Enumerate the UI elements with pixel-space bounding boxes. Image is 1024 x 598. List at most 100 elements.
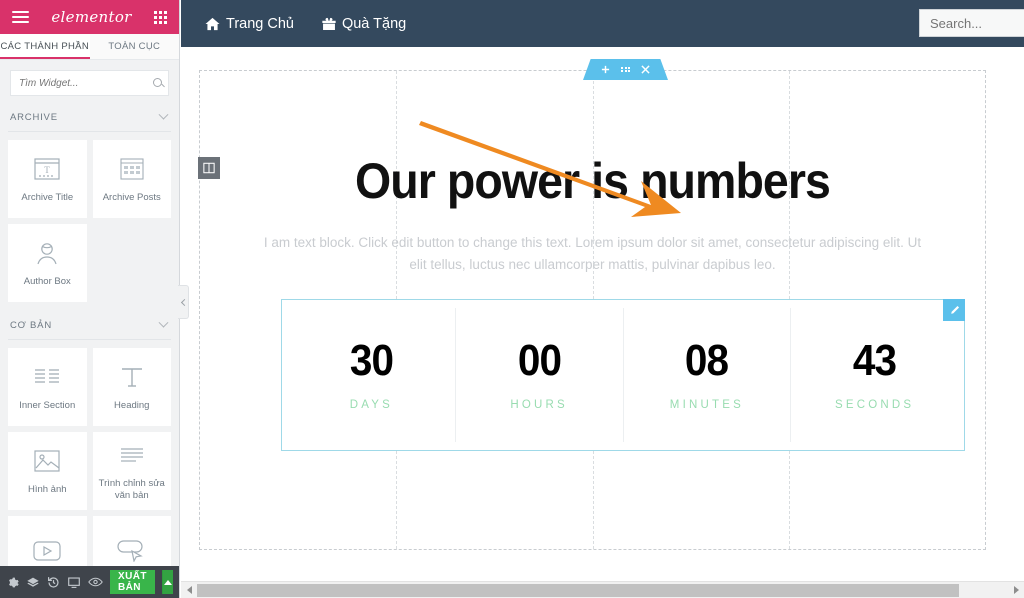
- widget-grid-basic: Inner Section Heading Hình ảnh Trình chỉ…: [8, 348, 171, 566]
- countdown-label: DAYS: [349, 399, 393, 411]
- widget-label: Hình ảnh: [27, 484, 67, 496]
- section-toolbar: [583, 59, 668, 80]
- widget-inner-section[interactable]: Inner Section: [8, 348, 87, 426]
- columns-icon: [203, 162, 215, 174]
- category-header-basic[interactable]: CƠ BẢN: [8, 312, 171, 340]
- pencil-edit-icon: [950, 305, 959, 314]
- countdown-label: SECONDS: [834, 399, 915, 411]
- countdown-label: HOURS: [510, 399, 568, 411]
- gift-icon: [322, 17, 336, 30]
- chevron-left-icon: [180, 298, 188, 306]
- grid-icon[interactable]: [154, 10, 167, 24]
- widget-label: Archive Posts: [102, 192, 161, 204]
- archive-title-icon: T: [34, 154, 60, 184]
- widget-button[interactable]: [92, 516, 171, 566]
- countdown-value: 00: [517, 336, 562, 385]
- site-navbar: Trang Chủ Quà Tặng: [181, 0, 1024, 47]
- column-handle[interactable]: [198, 157, 220, 179]
- elementor-logo: elementor: [51, 8, 132, 26]
- widget-label: Author Box: [23, 276, 71, 288]
- panel-header: elementor: [0, 0, 179, 34]
- scroll-left-arrow[interactable]: [181, 582, 197, 598]
- panel-footer: XUẤT BẢN: [0, 566, 179, 598]
- countdown-cell-minutes: 08 MINUTES: [624, 308, 792, 442]
- preview-area: Trang Chủ Quà Tặng Search... Our power i…: [181, 0, 1024, 598]
- preview-eye-icon[interactable]: [88, 576, 103, 588]
- button-icon: [117, 536, 147, 566]
- search-input[interactable]: [19, 77, 153, 89]
- countdown-widget[interactable]: 30 DAYS 00 HOURS 08 MINUTES 43 SECONDS: [281, 299, 965, 451]
- widget-archive-posts[interactable]: Archive Posts: [92, 140, 171, 218]
- image-icon: [34, 446, 60, 476]
- widget-heading[interactable]: Heading: [92, 348, 171, 426]
- countdown-value: 08: [685, 336, 729, 385]
- horizontal-scrollbar[interactable]: [181, 581, 1024, 598]
- countdown-cell-hours: 00 HOURS: [456, 308, 624, 442]
- scrollbar-thumb[interactable]: [197, 583, 960, 597]
- publish-button[interactable]: XUẤT BẢN: [110, 570, 155, 594]
- plus-icon[interactable]: [601, 65, 610, 74]
- nav-label: Quà Tặng: [341, 15, 407, 32]
- tab-global[interactable]: TOÀN CỤC: [89, 34, 179, 59]
- responsive-mode-icon[interactable]: [67, 576, 81, 589]
- page-title[interactable]: Our power is numbers: [283, 156, 901, 206]
- search-widget-box[interactable]: [10, 70, 169, 96]
- hero-paragraph-line1: I am text block. Click edit button to ch…: [263, 235, 904, 250]
- countdown-grid: 30 DAYS 00 HOURS 08 MINUTES 43 SECONDS: [282, 300, 964, 450]
- nav-item-gift[interactable]: Quà Tặng: [322, 16, 406, 32]
- nav-item-home[interactable]: Trang Chủ: [205, 16, 294, 32]
- nav-label: Trang Chủ: [226, 15, 294, 32]
- widget-label: Archive Title: [21, 192, 74, 204]
- caret-up-icon: [163, 579, 172, 585]
- widget-text-editor[interactable]: Trình chỉnh sửa văn bản: [92, 432, 171, 510]
- search-icon: [153, 77, 164, 89]
- category-label: CƠ BẢN: [10, 320, 52, 331]
- widget-label: Trình chỉnh sửa văn bản: [98, 478, 165, 501]
- edit-widget-button[interactable]: [943, 299, 965, 321]
- widget-archive-title[interactable]: T Archive Title: [8, 140, 87, 218]
- publish-options-button[interactable]: [161, 570, 173, 594]
- countdown-label: MINUTES: [669, 399, 744, 411]
- countdown-cell-seconds: 43 SECONDS: [791, 308, 958, 442]
- hamburger-icon[interactable]: [12, 11, 29, 23]
- tab-elements[interactable]: CÁC THÀNH PHẦN: [0, 34, 90, 59]
- settings-gear-icon[interactable]: [6, 576, 19, 589]
- category-header-archive[interactable]: ARCHIVE: [8, 104, 171, 132]
- video-icon: [33, 536, 61, 566]
- countdown-value: 43: [853, 336, 897, 385]
- svg-text:T: T: [45, 165, 51, 175]
- chevron-down-icon: [158, 317, 169, 328]
- site-search-input[interactable]: [930, 15, 1024, 31]
- history-icon[interactable]: [47, 576, 60, 589]
- site-search-box[interactable]: [919, 9, 1024, 37]
- widget-grid-archive: T Archive Title Archive Posts Author Box: [8, 140, 171, 302]
- close-x-icon[interactable]: [641, 65, 650, 74]
- widget-video[interactable]: [8, 516, 87, 566]
- widget-image[interactable]: Hình ảnh: [8, 432, 87, 510]
- archive-posts-icon: [120, 154, 144, 184]
- home-icon: [205, 17, 220, 30]
- inner-section-icon: [34, 362, 60, 392]
- countdown-value: 30: [349, 336, 394, 385]
- widget-author-box[interactable]: Author Box: [8, 224, 87, 302]
- scroll-right-arrow[interactable]: [1008, 582, 1024, 598]
- editor-canvas: Our power is numbers I am text block. Cl…: [181, 47, 1024, 598]
- widget-panel: elementor CÁC THÀNH PHẦN TOÀN CỤC ARCHIV…: [0, 0, 180, 598]
- category-label: ARCHIVE: [10, 112, 58, 123]
- heading-icon: [119, 362, 145, 392]
- column-content: Our power is numbers I am text block. Cl…: [200, 71, 985, 277]
- author-box-icon: [34, 238, 60, 268]
- scrollbar-track[interactable]: [197, 582, 1008, 598]
- panel-tabs: CÁC THÀNH PHẦN TOÀN CỤC: [0, 34, 179, 60]
- hero-paragraph[interactable]: I am text block. Click edit button to ch…: [260, 232, 925, 277]
- widget-label: Heading: [114, 400, 150, 412]
- elementor-editor: elementor CÁC THÀNH PHẦN TOÀN CỤC ARCHIV…: [0, 0, 1024, 598]
- chevron-down-icon: [158, 109, 169, 120]
- panel-body: ARCHIVE T Archive Title: [0, 60, 179, 566]
- text-editor-icon: [119, 440, 145, 470]
- drag-dots-icon[interactable]: [621, 66, 630, 73]
- widget-label: Inner Section: [19, 400, 76, 412]
- navigator-layers-icon[interactable]: [26, 576, 40, 589]
- panel-collapse-handle[interactable]: [178, 285, 189, 319]
- countdown-cell-days: 30 DAYS: [288, 308, 456, 442]
